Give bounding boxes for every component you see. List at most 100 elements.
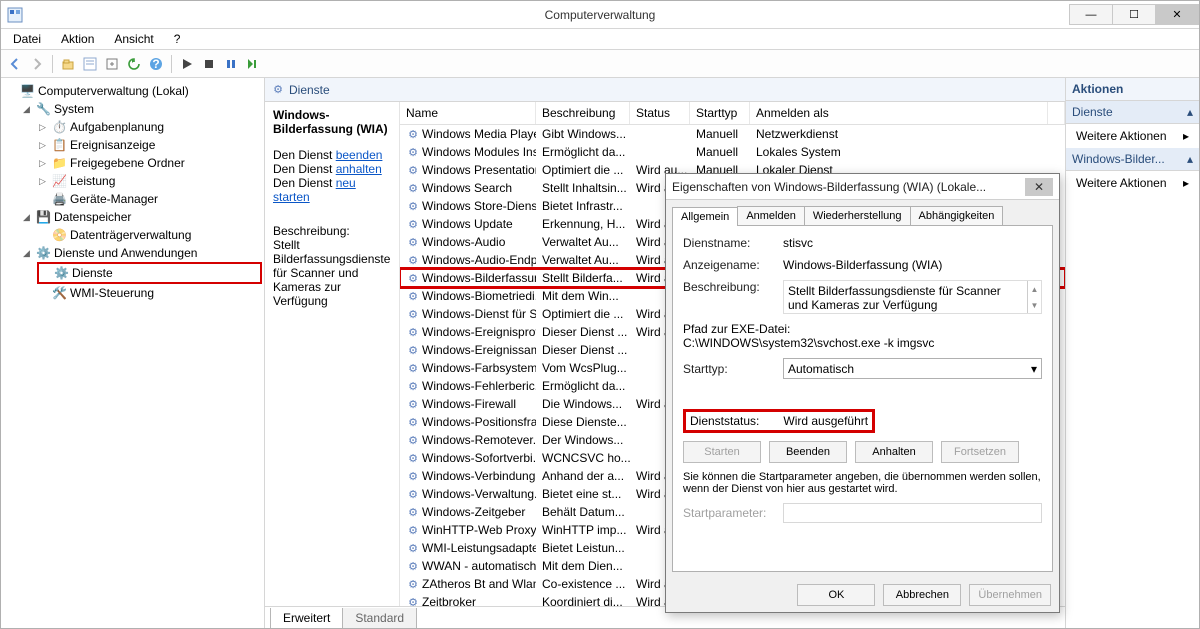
window-title: Computerverwaltung (1, 8, 1199, 22)
gear-icon: ⚙ (406, 325, 420, 339)
navigation-tree[interactable]: 🖥️Computerverwaltung (Lokal) ◢🔧System ▷⏱… (1, 78, 265, 628)
col-status[interactable]: Status (630, 102, 690, 124)
service-row[interactable]: ⚙Windows Media Playe...Gibt Windows...Ma… (400, 125, 1065, 143)
gear-icon: ⚙ (406, 397, 420, 411)
btn-beenden[interactable]: Beenden (769, 441, 847, 463)
properties-button[interactable] (80, 54, 100, 74)
stop-service-button[interactable] (199, 54, 219, 74)
link-pause-service[interactable]: anhalten (336, 162, 382, 176)
gear-icon: ⚙ (406, 433, 420, 447)
gear-icon: ⚙ (406, 577, 420, 591)
tree-dienste[interactable]: ⚙️Dienste (37, 262, 262, 284)
btn-cancel[interactable]: Abbrechen (883, 584, 961, 606)
tree-ereignis[interactable]: ▷📋Ereignisanzeige (37, 136, 262, 154)
nav-fwd-button[interactable] (27, 54, 47, 74)
properties-titlebar[interactable]: Eigenschaften von Windows-Bilderfassung … (666, 174, 1059, 200)
actions-section-wia[interactable]: Windows-Bilder... ▴ (1066, 148, 1199, 171)
help-button[interactable]: ? (146, 54, 166, 74)
gear-icon: ⚙ (406, 217, 420, 231)
collapse-icon: ▴ (1187, 105, 1193, 119)
titlebar: Computerverwaltung — ☐ ✕ (1, 1, 1199, 29)
actions-more-1[interactable]: Weitere Aktionen▸ (1066, 124, 1199, 148)
chevron-right-icon: ▸ (1183, 129, 1189, 143)
gear-icon: ⚙ (406, 235, 420, 249)
nav-back-button[interactable] (5, 54, 25, 74)
properties-tabs: Allgemein Anmelden Wiederherstellung Abh… (666, 200, 1059, 225)
start-service-button[interactable] (177, 54, 197, 74)
col-desc[interactable]: Beschreibung (536, 102, 630, 124)
gear-icon: ⚙ (406, 127, 420, 141)
gear-icon: ⚙ (406, 541, 420, 555)
menu-file[interactable]: Datei (5, 30, 49, 48)
services-header: ⚙ Dienste (265, 78, 1065, 102)
service-detail-name: Windows-Bilderfassung (WIA) (273, 108, 391, 136)
gear-icon: ⚙ (406, 289, 420, 303)
prop-dienststatus: Wird ausgeführt (783, 414, 868, 428)
col-startup[interactable]: Starttyp (690, 102, 750, 124)
menu-help[interactable]: ? (166, 30, 189, 48)
col-logon[interactable]: Anmelden als (750, 102, 1048, 124)
properties-close-button[interactable]: ✕ (1025, 178, 1053, 196)
toolbar: ? (1, 50, 1199, 78)
pause-service-button[interactable] (221, 54, 241, 74)
tree-system[interactable]: ◢🔧System (21, 100, 262, 118)
gear-icon: ⚙ (406, 451, 420, 465)
tab-erweitert[interactable]: Erweitert (270, 608, 343, 628)
gear-icon: ⚙ (406, 379, 420, 393)
up-button[interactable] (58, 54, 78, 74)
gear-icon: ⚙ (406, 181, 420, 195)
desc-scroll-up-icon[interactable]: ▲ (1027, 281, 1041, 297)
prop-tab-abhaengigkeiten[interactable]: Abhängigkeiten (910, 206, 1004, 225)
gear-icon: ⚙ (406, 505, 420, 519)
properties-dialog: Eigenschaften von Windows-Bilderfassung … (665, 173, 1060, 613)
prop-anzeigename: Windows-Bilderfassung (WIA) (783, 258, 1042, 272)
gear-icon: ⚙ (406, 415, 420, 429)
service-row[interactable]: ⚙Windows Modules Ins...Ermöglicht da...M… (400, 143, 1065, 161)
btn-anhalten[interactable]: Anhalten (855, 441, 933, 463)
prop-starttyp-select[interactable]: Automatisch ▾ (783, 358, 1042, 379)
tree-dienste-anw[interactable]: ◢⚙️Dienste und Anwendungen (21, 244, 262, 262)
prop-tab-anmelden[interactable]: Anmelden (737, 206, 805, 225)
tab-standard[interactable]: Standard (342, 608, 417, 628)
tree-leistung[interactable]: ▷📈Leistung (37, 172, 262, 190)
menu-view[interactable]: Ansicht (106, 30, 161, 48)
tree-root[interactable]: 🖥️Computerverwaltung (Lokal) (5, 82, 262, 100)
actions-more-2[interactable]: Weitere Aktionen▸ (1066, 171, 1199, 195)
tree-wmi[interactable]: 🛠️WMI-Steuerung (37, 284, 262, 302)
gear-icon: ⚙ (406, 361, 420, 375)
link-stop-service[interactable]: beenden (336, 148, 383, 162)
tree-datenspeicher[interactable]: ◢💾Datenspeicher (21, 208, 262, 226)
collapse-icon: ▴ (1187, 152, 1193, 166)
btn-ok[interactable]: OK (797, 584, 875, 606)
refresh-button[interactable] (124, 54, 144, 74)
gear-icon: ⚙ (406, 163, 420, 177)
gear-icon: ⚙ (406, 595, 420, 606)
tree-geraete[interactable]: 🖨️Geräte-Manager (37, 190, 262, 208)
tree-freig[interactable]: ▷📁Freigegebene Ordner (37, 154, 262, 172)
export-button[interactable] (102, 54, 122, 74)
desc-scroll-down-icon[interactable]: ▼ (1027, 297, 1041, 313)
prop-dienstname: stisvc (783, 236, 1042, 250)
tree-datentr[interactable]: 📀Datenträgerverwaltung (37, 226, 262, 244)
menu-action[interactable]: Aktion (53, 30, 102, 48)
gear-icon: ⚙ (271, 83, 285, 97)
service-columns[interactable]: Name Beschreibung Status Starttyp Anmeld… (400, 102, 1065, 125)
gear-icon: ⚙ (406, 487, 420, 501)
gear-icon: ⚙ (406, 199, 420, 213)
chevron-right-icon: ▸ (1183, 176, 1189, 190)
gear-icon: ⚙ (406, 523, 420, 537)
prop-startparam-input (783, 503, 1042, 523)
prop-beschreibung: Stellt Bilderfassungsdienste für Scanner… (783, 280, 1042, 314)
restart-service-button[interactable] (243, 54, 263, 74)
prop-dienststatus-highlight: Dienststatus: Wird ausgeführt (683, 409, 875, 433)
prop-tab-allgemein[interactable]: Allgemein (672, 207, 738, 226)
prop-tab-wiederherstellung[interactable]: Wiederherstellung (804, 206, 911, 225)
col-name[interactable]: Name (400, 102, 536, 124)
gear-icon: ⚙ (406, 307, 420, 321)
tree-aufgaben[interactable]: ▷⏱️Aufgabenplanung (37, 118, 262, 136)
gear-icon: ⚙ (406, 559, 420, 573)
actions-section-dienste[interactable]: Dienste ▴ (1066, 101, 1199, 124)
gear-icon: ⚙ (406, 253, 420, 267)
menubar: Datei Aktion Ansicht ? (1, 29, 1199, 50)
gear-icon: ⚙ (406, 469, 420, 483)
